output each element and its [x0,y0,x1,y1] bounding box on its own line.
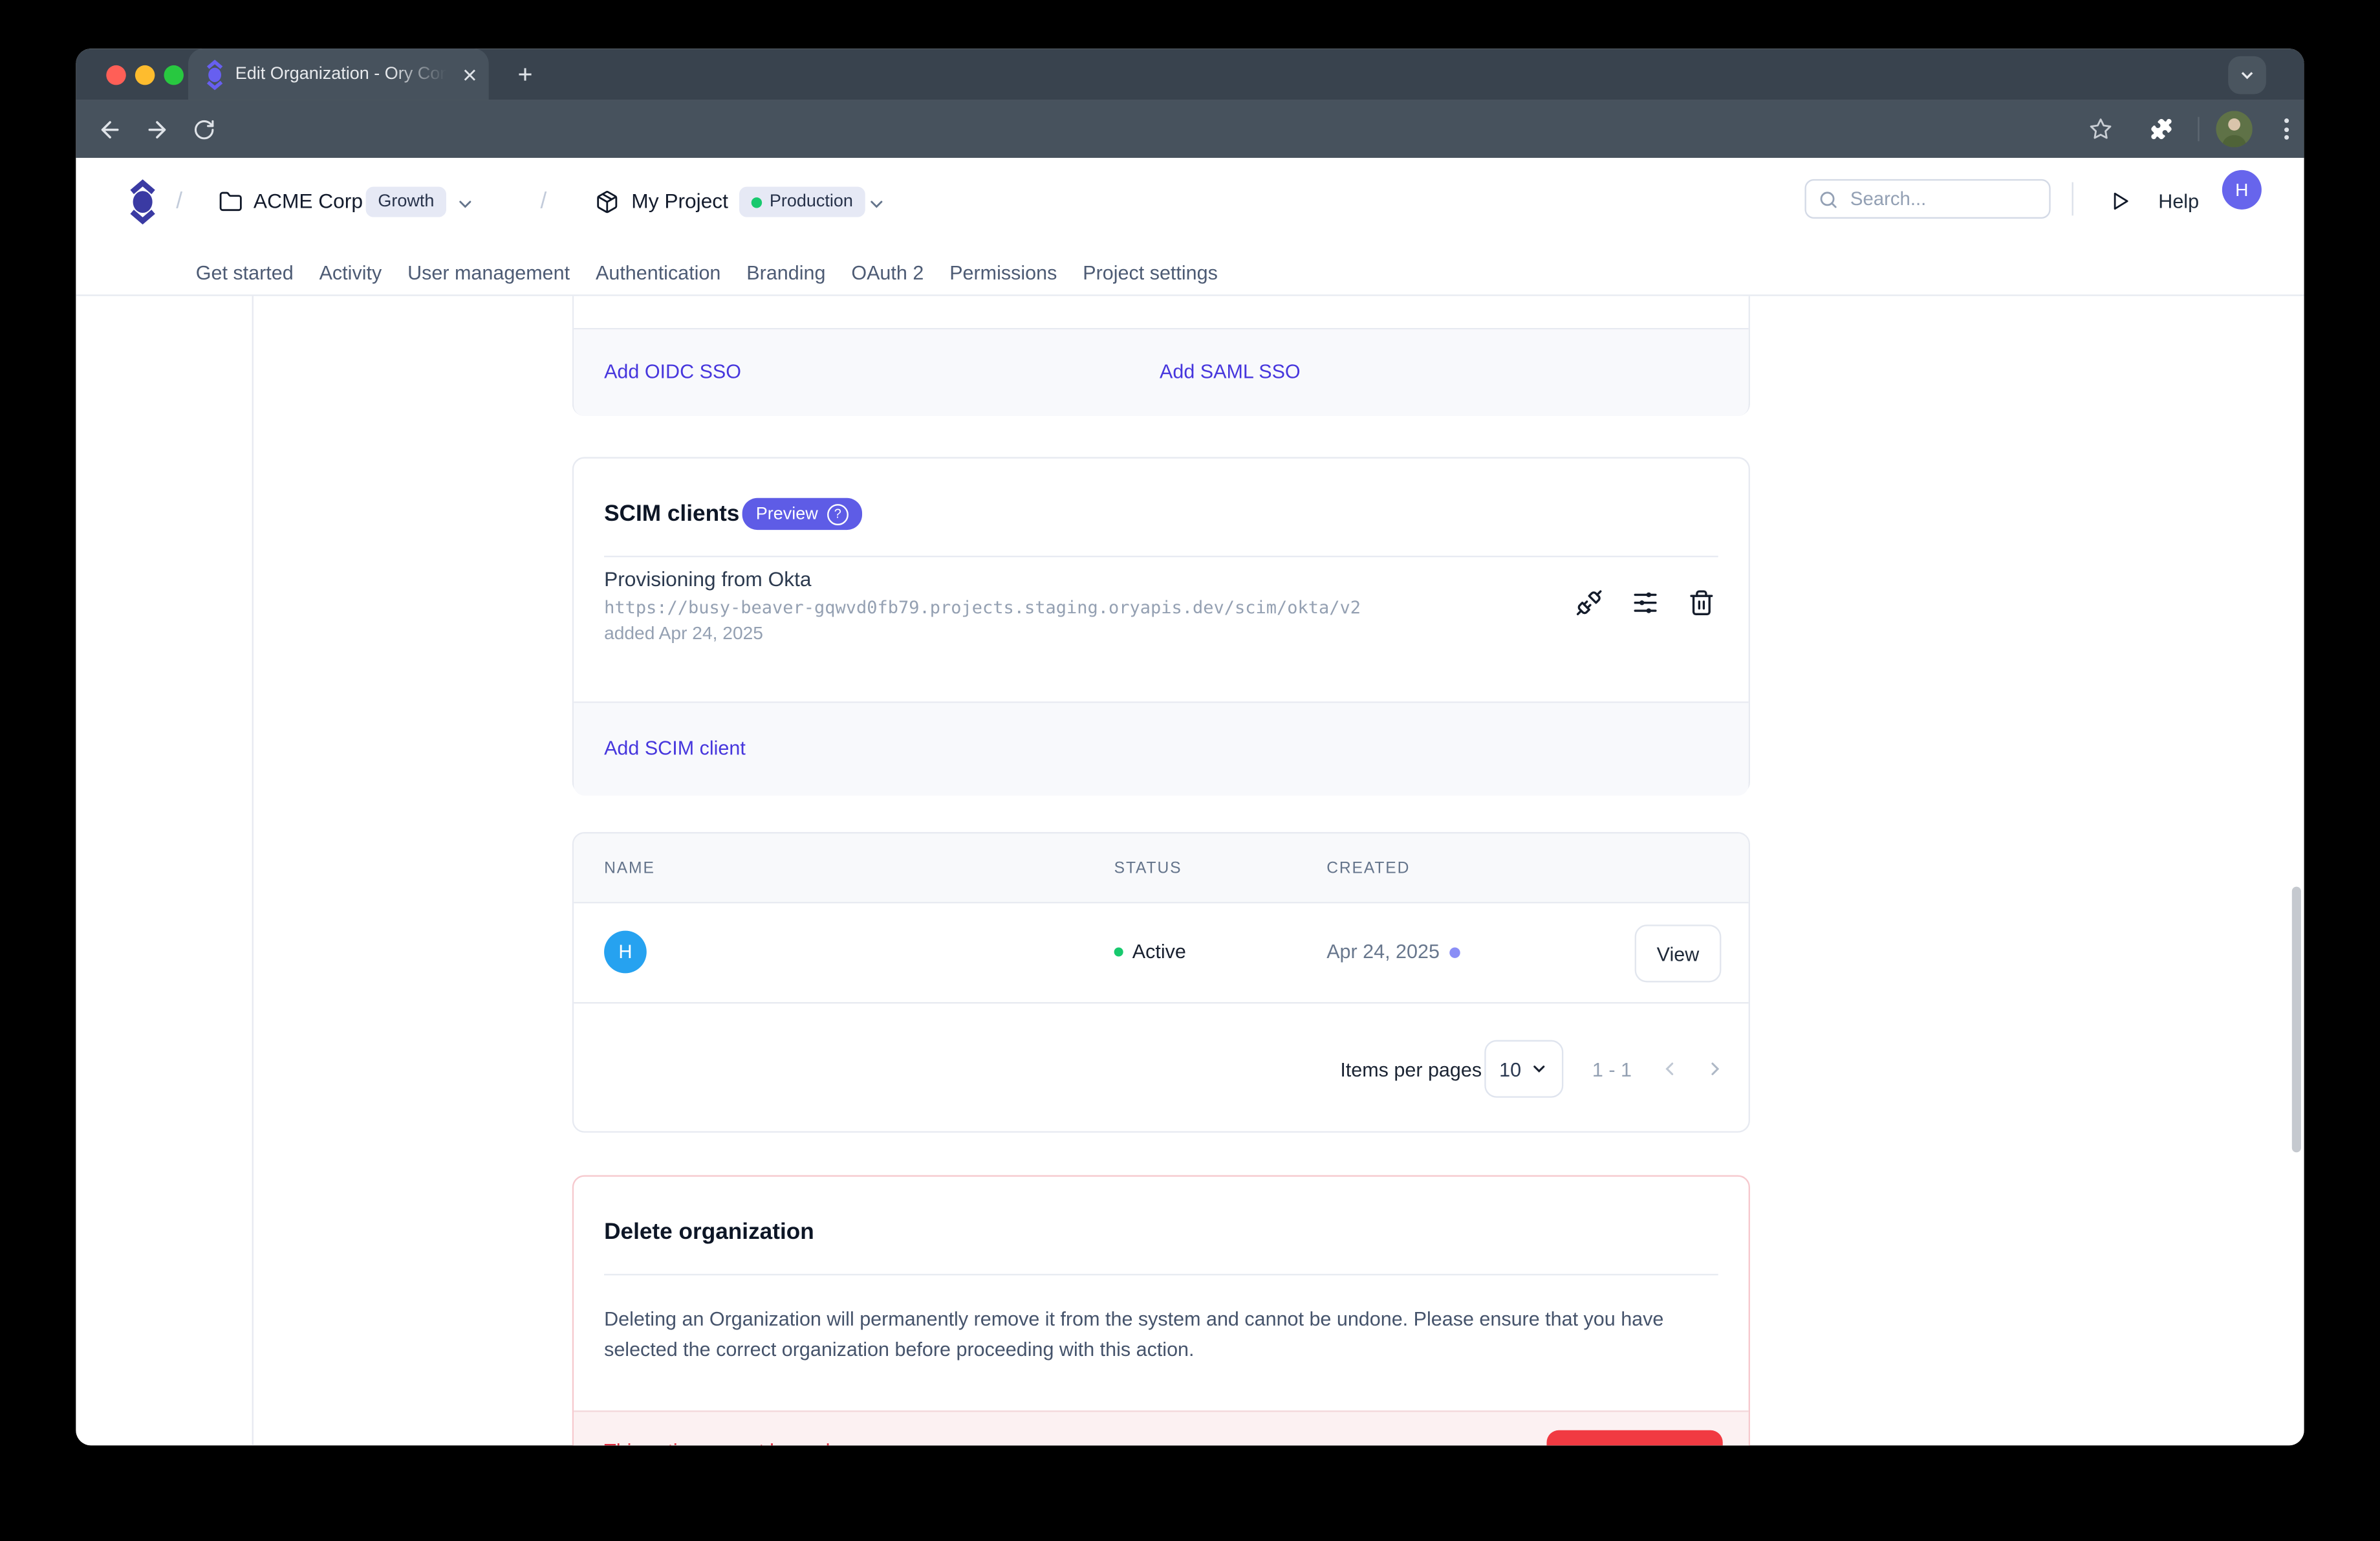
table-header: NAME STATUS CREATED [574,833,1749,903]
search-input[interactable] [1847,187,2037,212]
close-tab-icon[interactable] [460,65,480,85]
reload-icon[interactable] [185,111,221,147]
forward-icon[interactable] [138,111,175,147]
toolbar-divider [2198,117,2199,142]
tab-strip: Edit Organization - Ory Conso [76,49,2304,100]
browser-toolbar: console.staging.ory.dev/projects/d087b7a… [76,100,2304,158]
table-row: H Active Apr 24, 2025 View [574,902,1749,1003]
search-icon [1819,189,1839,209]
nav-item-oauth2[interactable]: OAuth 2 [851,260,924,283]
new-tab-button[interactable] [507,56,543,93]
tab-search-chevron-button[interactable] [2228,56,2266,94]
column-status: STATUS [1114,859,1182,877]
delete-trash-icon[interactable] [1688,589,1715,617]
browser-menu-icon[interactable] [2267,111,2304,147]
add-scim-client-link[interactable]: Add SCIM client [604,736,746,759]
ory-favicon-icon [203,58,226,91]
created-indicator-dot [1449,947,1460,957]
nav-item-authentication[interactable]: Authentication [596,260,720,283]
project-env-label: Production [770,193,853,211]
delete-card-footer: This action cannot be undone. Delete org… [574,1410,1749,1445]
nav-item-project-settings[interactable]: Project settings [1083,260,1218,283]
previous-page-icon[interactable] [1659,1058,1680,1080]
column-created: CREATED [1326,859,1410,877]
tab-title: Edit Organization - Ory Conso [235,65,451,83]
folder-icon [219,190,243,214]
help-circle-icon: ? [827,503,849,525]
project-nav: Get started Activity User management Aut… [196,246,1218,298]
preview-badge[interactable]: Preview ? [742,498,862,530]
created-date: Apr 24, 2025 [1326,940,1440,963]
package-icon [595,190,620,214]
browser-profile-avatar[interactable] [2216,111,2252,147]
page-range: 1 - 1 [1592,1058,1632,1081]
sidebar-divider [252,296,254,1446]
configure-sliders-icon[interactable] [1632,589,1659,617]
items-per-page-label: Items per pages [1340,1058,1482,1081]
select-chevron-down-icon [1530,1060,1548,1078]
scim-client-url: https://busy-beaver-gqwvd0fb79.projects.… [604,596,1361,618]
next-page-icon[interactable] [1705,1058,1726,1080]
screen: Edit Organization - Ory Conso [0,0,2380,1541]
project-chevron-down-icon[interactable] [867,194,887,214]
column-name: NAME [604,859,655,877]
scim-card-divider [604,556,1718,557]
production-status-dot [752,197,762,207]
header-divider [2072,182,2073,216]
delete-warning-text: This action cannot be undone. [604,1439,869,1445]
extensions-puzzle-icon[interactable] [2143,111,2180,147]
close-window-button[interactable] [106,65,126,85]
add-oidc-sso-link[interactable]: Add OIDC SSO [604,360,741,382]
delete-card-divider [604,1274,1718,1275]
preview-badge-label: Preview [756,505,818,523]
pagination: Items per pages 10 1 - 1 [574,1002,1749,1134]
nav-item-branding[interactable]: Branding [746,260,825,283]
play-icon[interactable] [2108,190,2131,212]
page-scrollbar-thumb[interactable] [2292,887,2301,1153]
workspace-name[interactable]: ACME Corp [254,190,363,212]
scim-card-title: SCIM clients [604,501,739,527]
view-button[interactable]: View [1635,924,1722,982]
org-avatar: H [604,931,647,974]
scim-card-footer: Add SCIM client [574,701,1749,796]
bookmark-star-icon[interactable] [2082,111,2119,147]
browser-tab[interactable]: Edit Organization - Ory Conso [188,49,489,100]
project-name[interactable]: My Project [631,190,728,212]
delete-card-description: Deleting an Organization will permanentl… [604,1304,1667,1366]
ory-logo-icon[interactable] [126,179,160,224]
breadcrumb-separator: / [540,188,546,214]
nav-item-get-started[interactable]: Get started [196,260,294,283]
back-icon[interactable] [91,111,127,147]
scim-client-name: Provisioning from Okta [604,568,811,591]
workspace-chevron-down-icon[interactable] [455,194,475,214]
user-avatar[interactable]: H [2222,170,2262,210]
project-env-badge: Production [739,187,865,217]
page-size-select[interactable]: 10 [1484,1040,1563,1098]
delete-organization-button[interactable]: Delete organization [1546,1430,1722,1445]
organizations-table-card: NAME STATUS CREATED H Active Apr 24, 202… [572,832,1750,1133]
workspace-plan-badge: Growth [366,187,447,217]
page-size-value: 10 [1499,1058,1521,1080]
minimize-window-button[interactable] [135,65,155,85]
nav-item-activity[interactable]: Activity [319,260,382,283]
app-header: / ACME Corp Growth / [76,158,2304,246]
help-link[interactable]: Help [2158,190,2199,212]
active-status-dot [1114,947,1123,956]
search-input-wrapper [1804,179,2050,219]
maximize-window-button[interactable] [164,65,184,85]
status-label: Active [1132,940,1186,963]
test-connection-plug-icon[interactable] [1575,589,1603,617]
scim-clients-card: SCIM clients Preview ? Provisioning from… [572,457,1750,794]
sso-card: Add OIDC SSO Add SAML SSO [572,296,1750,416]
delete-card-title: Delete organization [604,1219,814,1245]
sso-card-footer: Add OIDC SSO Add SAML SSO [574,328,1749,416]
delete-organization-card: Delete organization Deleting an Organiza… [572,1175,1750,1446]
add-saml-sso-link[interactable]: Add SAML SSO [1160,360,1301,382]
nav-item-permissions[interactable]: Permissions [949,260,1057,283]
breadcrumb-separator: / [176,188,182,214]
ory-console-page: / ACME Corp Growth / [76,158,2304,1445]
scim-client-added-date: added Apr 24, 2025 [604,622,763,644]
browser-window: Edit Organization - Ory Conso [76,49,2304,1445]
nav-item-user-management[interactable]: User management [407,260,570,283]
